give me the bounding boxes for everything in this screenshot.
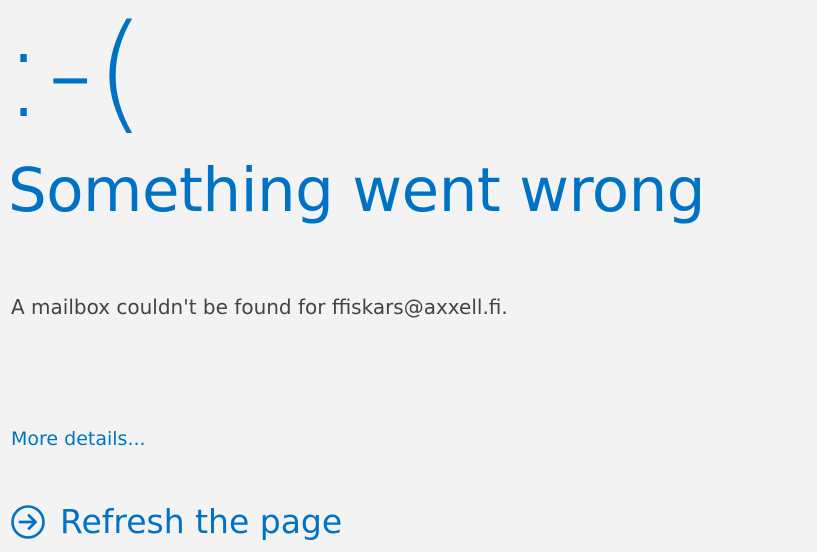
refresh-page-label: Refresh the page bbox=[60, 502, 343, 541]
more-details-link[interactable]: More details... bbox=[11, 424, 146, 454]
error-message: A mailbox couldn't be found for ffiskars… bbox=[11, 295, 508, 319]
error-page: :-( Something went wrong A mailbox could… bbox=[0, 0, 817, 552]
refresh-page-button[interactable]: Refresh the page bbox=[10, 494, 342, 550]
sad-face-emoticon: :-( bbox=[2, 0, 148, 147]
arrow-circle-right-icon bbox=[10, 504, 46, 540]
error-title: Something went wrong bbox=[8, 155, 706, 226]
